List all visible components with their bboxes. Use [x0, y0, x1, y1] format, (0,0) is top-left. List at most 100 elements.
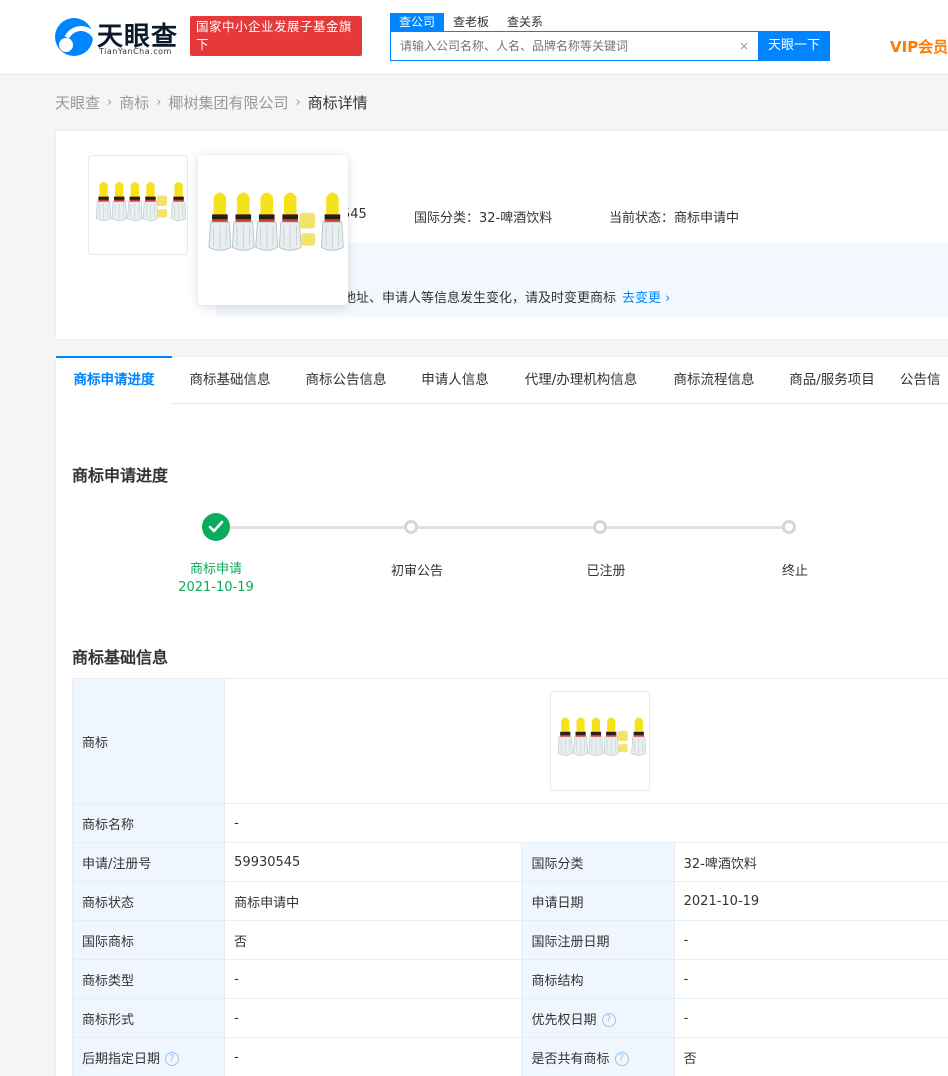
table-value: - — [224, 959, 523, 999]
breadcrumb: 天眼查 › 商标 › 椰树集团有限公司 › 商标详情 — [55, 90, 368, 114]
application-progress: 商标申请 2021-10-19 初审公告 已注册 终止 — [56, 512, 948, 602]
trademark-table-image[interactable] — [550, 691, 651, 791]
table-key: 国际商标 — [71, 920, 226, 960]
table-key: 申请日期 — [521, 881, 675, 921]
current-status: 当前状态：商标申请中 — [609, 211, 740, 226]
tab-applicant-info[interactable]: 申请人信息 — [404, 357, 506, 404]
logo-eye-icon — [55, 18, 93, 56]
table-key: 商标类型 — [71, 959, 226, 999]
table-value: 否 — [673, 1037, 948, 1076]
tab-announcements[interactable]: 公告信 — [900, 357, 948, 404]
table-value: 32-啤酒饮料 — [673, 842, 948, 882]
badge-line-2: 官方备案企业征信机构 — [196, 55, 354, 70]
step-label: 商标申请 — [189, 562, 242, 577]
change-link[interactable]: 去变更 › — [622, 291, 670, 306]
step-label: 已注册 — [586, 564, 626, 579]
table-row: 后期指定日期? - 是否共有商标? 否 — [71, 1037, 948, 1076]
help-icon[interactable]: ? — [614, 1052, 629, 1066]
table-value: - — [673, 998, 948, 1038]
trademark-thumbnail[interactable] — [88, 155, 188, 255]
trademark-summary-card: 545 国际分类：32-啤酒饮料 当前状态：商标申请中 地址、申请人等信息发生变… — [55, 130, 948, 340]
search-input[interactable] — [391, 32, 751, 60]
tab-application-progress[interactable]: 商标申请进度 — [56, 356, 172, 404]
check-icon — [208, 520, 224, 533]
main-content: 商标申请进度 商标申请 2021-10-19 初审公告 已注册 终止 商标基础信… — [55, 404, 948, 1076]
table-value: 否 — [224, 920, 523, 960]
table-key-with-help: 是否共有商标? — [521, 1037, 675, 1076]
breadcrumb-trademark[interactable]: 商标 — [119, 92, 149, 113]
table-key: 商标形式 — [71, 998, 226, 1038]
table-row: 商标状态 商标申请中 申请日期 2021-10-19 — [71, 881, 948, 921]
international-class: 国际分类：32-啤酒饮料 — [414, 211, 553, 226]
help-icon[interactable]: ? — [601, 1013, 616, 1027]
badge-line-1: 国家中小企业发展子基金旗下 — [196, 19, 353, 52]
step-label: 终止 — [781, 564, 808, 579]
step-label: 初审公告 — [390, 564, 443, 579]
search-type-tabs: 查公司 查老板 查关系 — [390, 13, 552, 31]
table-value: - — [673, 959, 948, 999]
table-key-with-help: 优先权日期? — [521, 998, 675, 1038]
tab-goods-services[interactable]: 商品/服务项目 — [772, 357, 892, 404]
step-date: 2021-10-19 — [178, 580, 254, 595]
top-header: 天眼查 TianYanCha.com 国家中小企业发展子基金旗下 官方备案企业征… — [0, 0, 948, 75]
table-row: 商标名称 - — [71, 803, 948, 843]
table-key: 商标 — [71, 678, 226, 804]
basic-info-section-title: 商标基础信息 — [72, 648, 169, 667]
trademark-image-preview — [198, 155, 348, 305]
vip-link[interactable]: VIP会员 — [890, 36, 948, 57]
table-value: 59930545 — [224, 842, 523, 882]
table-logo-cell — [224, 678, 948, 804]
table-value: - — [224, 998, 523, 1038]
trademark-image — [551, 692, 649, 790]
search-tab-relation[interactable]: 查关系 — [498, 13, 552, 31]
breadcrumb-current: 商标详情 — [307, 93, 368, 112]
table-row: 商标形式 - 优先权日期? - — [71, 998, 948, 1038]
search-tab-company[interactable]: 查公司 — [390, 13, 445, 31]
step-pending-dot — [782, 520, 796, 534]
progress-line — [607, 526, 787, 529]
progress-line — [230, 526, 410, 529]
tianyancha-logo[interactable]: 天眼查 TianYanCha.com — [55, 16, 180, 58]
table-value: - — [224, 1037, 523, 1076]
progress-line — [418, 526, 598, 529]
step-done-icon — [202, 513, 230, 541]
notice-text: 地址、申请人等信息发生变化，请及时变更商标 — [343, 291, 617, 306]
table-value: - — [224, 803, 948, 843]
breadcrumb-separator: › — [156, 94, 162, 110]
table-key: 国际分类 — [521, 842, 675, 882]
search-button[interactable]: 天眼一下 — [758, 31, 830, 61]
official-badge[interactable]: 国家中小企业发展子基金旗下 官方备案企业征信机构 — [190, 16, 362, 70]
breadcrumb-company[interactable]: 椰树集团有限公司 — [168, 92, 288, 113]
table-row: 申请/注册号 59930545 国际分类 32-啤酒饮料 — [71, 842, 948, 882]
clear-icon[interactable]: × — [736, 38, 752, 54]
trademark-image — [89, 156, 189, 256]
table-key: 商标结构 — [521, 959, 675, 999]
table-key-label: 是否共有商标 — [531, 1051, 610, 1067]
breadcrumb-home[interactable]: 天眼查 — [55, 92, 100, 113]
table-key: 国际注册日期 — [521, 920, 675, 960]
table-value: - — [673, 920, 948, 960]
step-pending-dot — [593, 520, 607, 534]
basic-info-table: 商标 商标名称 - 申请/注册号 59930545 国际分类 32-啤酒饮料 商… — [71, 678, 948, 1076]
tab-agent-info[interactable]: 代理/办理机构信息 — [506, 357, 656, 404]
breadcrumb-separator: › — [295, 94, 301, 110]
notice-text-wrap: 地址、申请人等信息发生变化，请及时变更商标 去变更 › — [343, 287, 670, 306]
detail-tabs: 商标申请进度 商标基础信息 商标公告信息 申请人信息 代理/办理机构信息 商标流… — [55, 356, 948, 404]
tab-announcement-info[interactable]: 商标公告信息 — [288, 357, 404, 404]
table-key: 申请/注册号 — [71, 842, 226, 882]
tab-basic-info[interactable]: 商标基础信息 — [172, 357, 288, 404]
table-key-label: 后期指定日期 — [82, 1051, 161, 1067]
help-icon[interactable]: ? — [165, 1052, 180, 1066]
table-row: 商标 — [71, 678, 948, 804]
progress-section-title: 商标申请进度 — [72, 466, 169, 485]
search-tab-boss[interactable]: 查老板 — [444, 13, 498, 31]
table-row: 商标类型 - 商标结构 - — [71, 959, 948, 999]
tab-process-info[interactable]: 商标流程信息 — [656, 357, 772, 404]
table-key-with-help: 后期指定日期? — [71, 1037, 226, 1076]
table-key: 商标名称 — [71, 803, 226, 843]
logo-subtext: TianYanCha.com — [99, 47, 172, 56]
table-row: 国际商标 否 国际注册日期 - — [71, 920, 948, 960]
table-value: 商标申请中 — [224, 881, 523, 921]
breadcrumb-separator: › — [107, 94, 113, 110]
table-value: 2021-10-19 — [673, 881, 948, 921]
